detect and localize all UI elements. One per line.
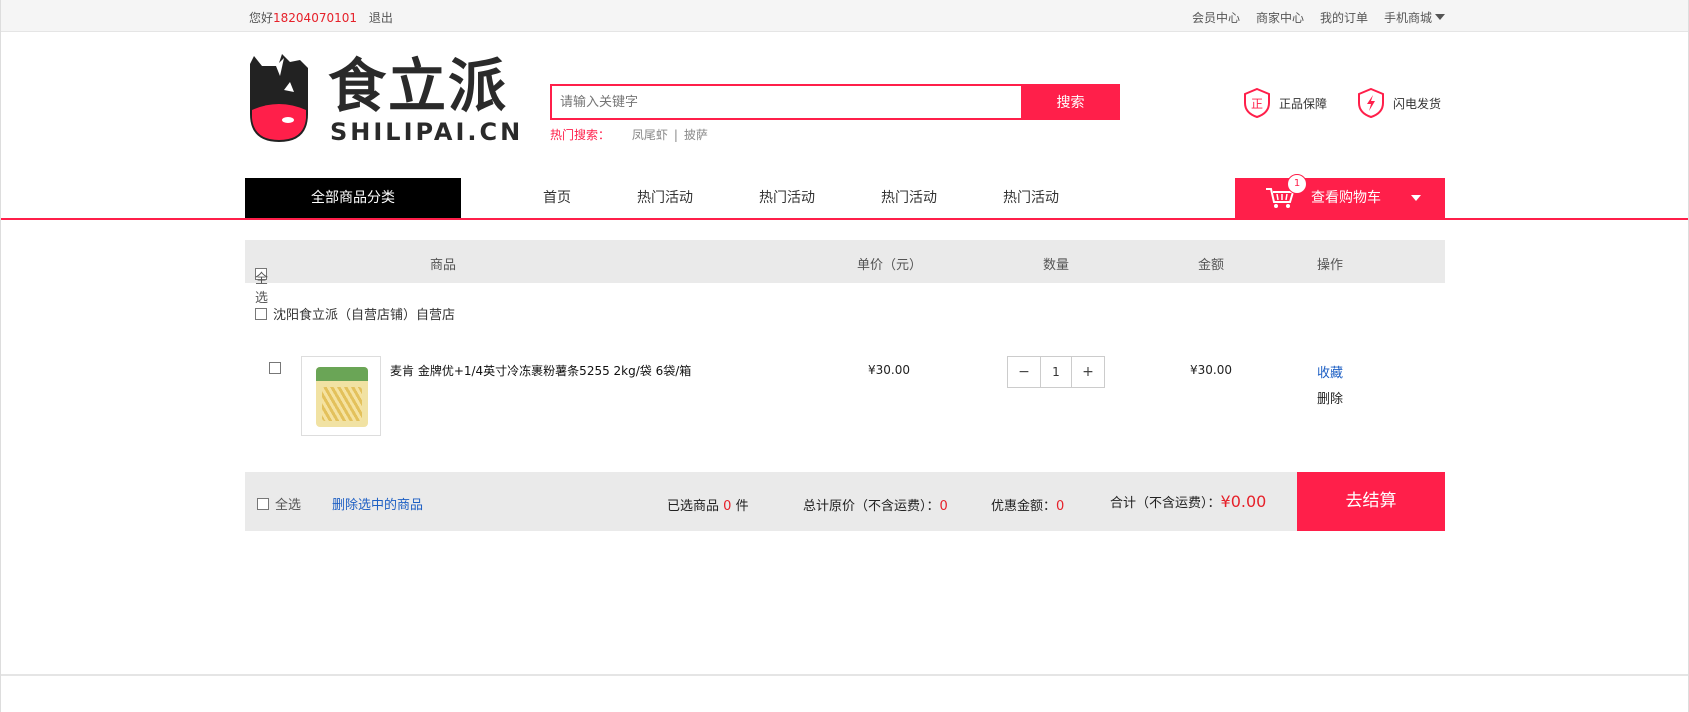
cow-mascot-icon bbox=[250, 54, 308, 142]
discount-value: 0 bbox=[1056, 499, 1065, 514]
hot-term[interactable]: 凤尾虾 bbox=[632, 128, 668, 142]
my-orders-link[interactable]: 我的订单 bbox=[1320, 9, 1368, 26]
merchant-center-link[interactable]: 商家中心 bbox=[1256, 9, 1304, 26]
grand-total-value: ¥0.00 bbox=[1220, 492, 1267, 511]
nav-links: 首页 热门活动 热门活动 热门活动 热门活动 bbox=[510, 178, 1092, 218]
col-unit-price: 单价（元） bbox=[857, 258, 923, 273]
discount-total: 优惠金额：0 bbox=[991, 495, 1064, 514]
search-input[interactable] bbox=[550, 84, 1021, 120]
site-logo[interactable]: 食立派 SHILIPAI.CN bbox=[244, 52, 520, 146]
grand-total: 合计（不含运费）：¥0.00 bbox=[1110, 492, 1266, 511]
footer-select-all[interactable]: 全选 bbox=[257, 494, 301, 513]
grand-total-label: 合计（不含运费）： bbox=[1110, 496, 1221, 511]
mobile-mall-menu[interactable]: 手机商城 bbox=[1384, 9, 1445, 26]
item-amount: ¥30.00 bbox=[1190, 363, 1232, 377]
checkout-button[interactable]: 去结算 bbox=[1297, 472, 1445, 531]
original-total-value: 0 bbox=[939, 499, 948, 514]
hot-term[interactable]: 披萨 bbox=[684, 128, 708, 142]
hot-search: 热门搜索： 凤尾虾 | 披萨 bbox=[550, 126, 708, 143]
cart-footer: 全选 删除选中的商品 已选商品 0 件 总计原价（不含运费）：0 优惠金额：0 … bbox=[245, 472, 1445, 531]
increment-button[interactable]: + bbox=[1072, 357, 1104, 387]
quantity-input[interactable]: 1 bbox=[1040, 357, 1072, 387]
genuine-badge: 正 正品保障 bbox=[1243, 88, 1327, 118]
hot-search-label: 热门搜索： bbox=[550, 128, 611, 142]
store-checkbox[interactable] bbox=[255, 308, 267, 320]
store-name[interactable]: 沈阳食立派（自营店铺）自营店 bbox=[273, 308, 455, 323]
delete-link[interactable]: 删除 bbox=[1317, 388, 1343, 407]
genuine-badge-label: 正品保障 bbox=[1279, 96, 1328, 111]
search-box: 搜索 bbox=[550, 84, 1120, 120]
main-nav: 全部商品分类 首页 热门活动 热门活动 热门活动 热门活动 1 查看购物车 bbox=[0, 174, 1689, 220]
top-bar: 您好18204070101 退出 会员中心 商家中心 我的订单 手机商城 bbox=[0, 0, 1689, 32]
member-center-link[interactable]: 会员中心 bbox=[1192, 9, 1240, 26]
selected-label: 已选商品 bbox=[667, 499, 720, 514]
chevron-down-icon bbox=[1435, 14, 1445, 20]
store-row: 沈阳食立派（自营店铺）自营店 bbox=[255, 304, 455, 323]
footer-select-all-checkbox[interactable] bbox=[257, 498, 269, 510]
greeting-text: 您好 bbox=[249, 11, 274, 25]
logo-text-en: SHILIPAI.CN bbox=[330, 118, 524, 146]
selected-count-value: 0 bbox=[723, 499, 732, 514]
nav-item-hot-activity[interactable]: 热门活动 bbox=[848, 178, 970, 218]
footer-select-all-label: 全选 bbox=[275, 498, 302, 513]
product-name[interactable]: 麦肯 金牌优+1/4英寸冷冻裹粉薯条5255 2kg/袋 6袋/箱 bbox=[390, 362, 691, 379]
selected-count: 已选商品 0 件 bbox=[667, 495, 749, 514]
selected-unit: 件 bbox=[735, 499, 749, 514]
fast-delivery-label: 闪电发货 bbox=[1393, 96, 1442, 111]
col-action: 操作 bbox=[1317, 258, 1344, 273]
fast-delivery-badge: 闪电发货 bbox=[1357, 88, 1441, 118]
logo-text-cn: 食立派 bbox=[328, 52, 509, 120]
shield-zheng-icon: 正 bbox=[1244, 88, 1270, 118]
decrement-button[interactable]: − bbox=[1008, 357, 1040, 387]
original-total: 总计原价（不含运费）：0 bbox=[803, 495, 948, 514]
discount-label: 优惠金额： bbox=[991, 499, 1057, 514]
nav-item-home[interactable]: 首页 bbox=[510, 178, 604, 218]
cart-table-header: 全选 商品 单价（元） 数量 金额 操作 bbox=[245, 240, 1445, 306]
svg-text:正: 正 bbox=[1251, 97, 1263, 111]
original-total-label: 总计原价（不含运费）： bbox=[803, 499, 940, 514]
all-categories-button[interactable]: 全部商品分类 bbox=[245, 178, 461, 218]
divider bbox=[0, 674, 1689, 676]
cart-item: 麦肯 金牌优+1/4英寸冷冻裹粉薯条5255 2kg/袋 6袋/箱 ¥30.00… bbox=[245, 354, 1445, 438]
top-links: 会员中心 商家中心 我的订单 手机商城 bbox=[1192, 9, 1445, 26]
mobile-mall-label: 手机商城 bbox=[1383, 11, 1432, 25]
product-thumbnail[interactable] bbox=[301, 356, 381, 436]
product-bag-label bbox=[316, 367, 368, 381]
nav-item-hot-activity[interactable]: 热门活动 bbox=[726, 178, 848, 218]
service-badges: 正 正品保障 闪电发货 bbox=[1243, 88, 1441, 118]
search-button[interactable]: 搜索 bbox=[1021, 84, 1120, 120]
col-amount: 金额 bbox=[1198, 258, 1225, 273]
nav-item-hot-activity[interactable]: 热门活动 bbox=[604, 178, 726, 218]
delete-selected-link[interactable]: 删除选中的商品 bbox=[332, 494, 423, 513]
user-greeting: 您好18204070101 退出 bbox=[249, 9, 393, 26]
page: 您好18204070101 退出 会员中心 商家中心 我的订单 手机商城 食立派… bbox=[0, 0, 1689, 712]
col-quantity: 数量 bbox=[1043, 258, 1070, 273]
user-phone[interactable]: 18204070101 bbox=[273, 11, 357, 25]
logout-link[interactable]: 退出 bbox=[369, 11, 393, 25]
item-checkbox[interactable] bbox=[269, 362, 281, 374]
shield-lightning-icon bbox=[1358, 88, 1385, 118]
view-cart-button[interactable]: 1 查看购物车 bbox=[1235, 174, 1445, 218]
chevron-down-icon bbox=[1411, 195, 1421, 201]
cart-count-badge: 1 bbox=[1287, 174, 1307, 194]
col-product: 商品 bbox=[430, 258, 457, 273]
divider: | bbox=[673, 128, 678, 142]
select-all-label: 全选 bbox=[255, 272, 269, 306]
cart-label: 查看购物车 bbox=[1311, 190, 1381, 206]
quantity-stepper: − 1 + bbox=[1007, 356, 1105, 388]
favorite-link[interactable]: 收藏 bbox=[1317, 362, 1343, 381]
unit-price: ¥30.00 bbox=[868, 363, 910, 377]
nav-item-hot-activity[interactable]: 热门活动 bbox=[970, 178, 1092, 218]
fries-image bbox=[322, 387, 362, 421]
